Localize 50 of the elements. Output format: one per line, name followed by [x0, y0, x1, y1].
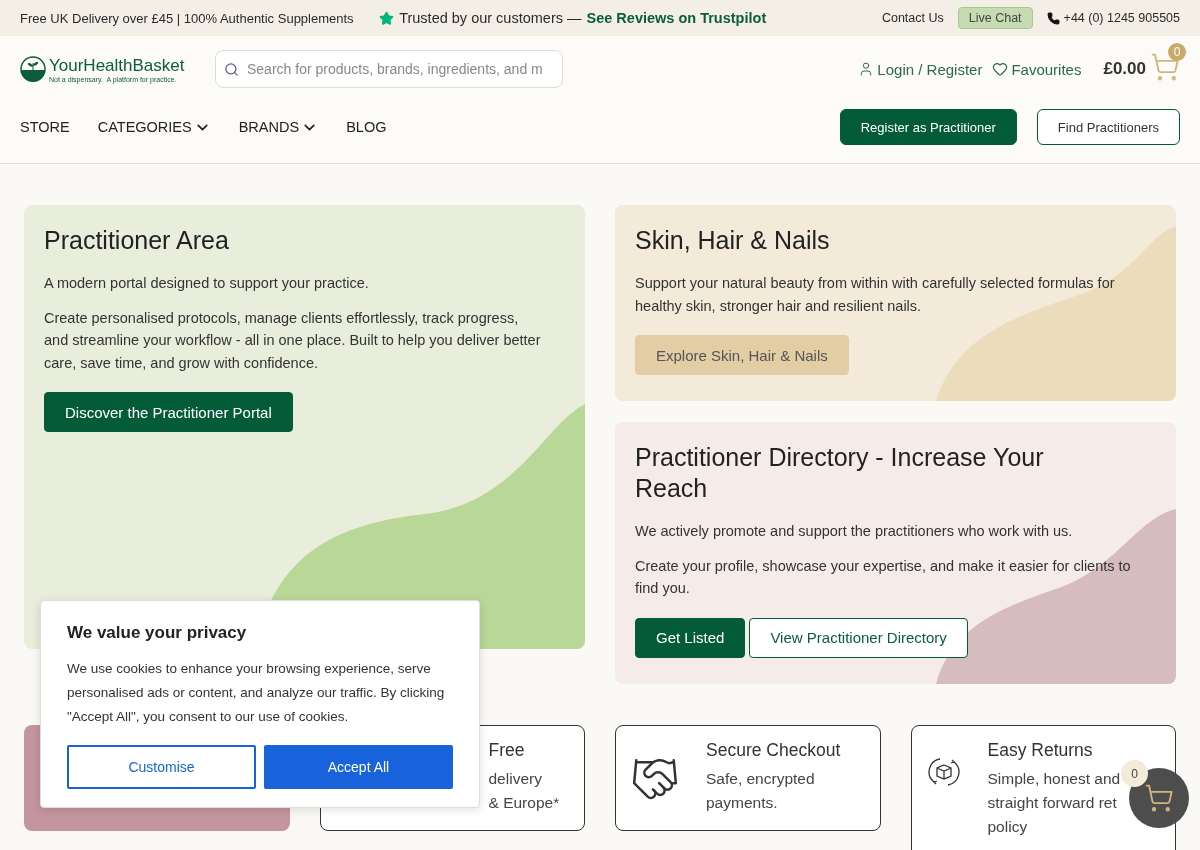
- promo-text: Free UK Delivery over £45 | 100% Authentic Supplements: [20, 10, 355, 26]
- header-button[interactable]: Find Practitioners: [1036, 109, 1180, 145]
- heart-icon: [992, 61, 1009, 77]
- feature-text: payments.: [706, 793, 779, 813]
- cookie-button[interactable]: Customise: [67, 745, 256, 789]
- nav-link[interactable]: BLOG: [346, 119, 387, 135]
- feature-text: Safe, encrypted: [706, 769, 816, 789]
- trustpilot-link[interactable]: See Reviews on Trustpilot: [586, 10, 767, 26]
- card-title: Skin, Hair & Nails: [635, 225, 830, 256]
- nav-link[interactable]: CATEGORIES: [97, 118, 211, 136]
- nav-link[interactable]: BRANDS: [238, 118, 319, 136]
- feature-title: Easy Returns: [987, 740, 1094, 761]
- card-button[interactable]: Get Listed: [635, 617, 746, 658]
- header-button[interactable]: Register as Practitioner: [839, 109, 1017, 145]
- cart-icon: [1144, 783, 1174, 813]
- card-button[interactable]: View Practitioner Directory: [749, 617, 968, 658]
- phone-number: +44 (0) 1245 905505: [1063, 11, 1180, 25]
- logo-icon: [20, 56, 46, 82]
- search-field[interactable]: Search for products, brands, ingredients, and m: [215, 50, 563, 88]
- card-button[interactable]: Discover the Practitioner Portal: [44, 392, 293, 432]
- cart-total: £0.00: [1103, 59, 1146, 79]
- nav-link[interactable]: STORE: [20, 119, 70, 135]
- phone-icon: [1046, 11, 1060, 25]
- star-icon: [379, 10, 395, 26]
- card-text: Support your natural beauty from within with carefully selected formulas for healthy skin, stronger hair and resilient nails.: [635, 274, 1116, 316]
- feature-text: policy: [987, 817, 1029, 837]
- card-title: Practitioner Directory - Increase Your Reach: [635, 442, 1045, 504]
- card-title: Practitioner Area: [44, 225, 229, 256]
- feature-title: Secure Checkout: [706, 740, 841, 761]
- cookie-button[interactable]: Accept All: [264, 745, 453, 789]
- card-text: Create personalised protocols, manage clients effortlessly, track progress, and streamline your workflow - all in one place. Built to help you deliver better care, save time, and grow with confidence.: [44, 308, 542, 373]
- account-link[interactable]: Login / Register: [858, 60, 983, 78]
- search-icon: [224, 61, 239, 77]
- card-button[interactable]: Explore Skin, Hair & Nails: [635, 335, 849, 375]
- contact-link[interactable]: Contact Us: [881, 11, 944, 25]
- feature-text: Simple, honest and: [987, 769, 1121, 789]
- card-text: We actively promote and support the practitioners who work with us.: [635, 522, 1073, 541]
- card-text: A modern portal designed to support your practice.: [44, 274, 369, 293]
- account-link[interactable]: Favourites: [992, 60, 1082, 78]
- logo-name: YourHealthBasket: [49, 55, 185, 76]
- dialog-title: We value your privacy: [67, 623, 248, 643]
- dialog-text: We use cookies to enhance your browsing experience, serve personalised ads or content, and analyze our traffic. By clicking "Accept All", you consent to our use of cookies.: [67, 660, 446, 726]
- live-chat-button[interactable]: Live Chat: [957, 7, 1033, 29]
- feature-text: delivery: [488, 769, 543, 789]
- card-text: Create your profile, showcase your expertise, and make it easier for clients to find you.: [635, 556, 1132, 598]
- feature-text: & Europe*: [488, 793, 560, 813]
- cart-count: 0: [1168, 43, 1186, 61]
- feature-title: Free: [488, 740, 526, 761]
- trust-text: Trusted by our customers —: [399, 10, 582, 26]
- feature-text: straight forward ret: [987, 793, 1118, 813]
